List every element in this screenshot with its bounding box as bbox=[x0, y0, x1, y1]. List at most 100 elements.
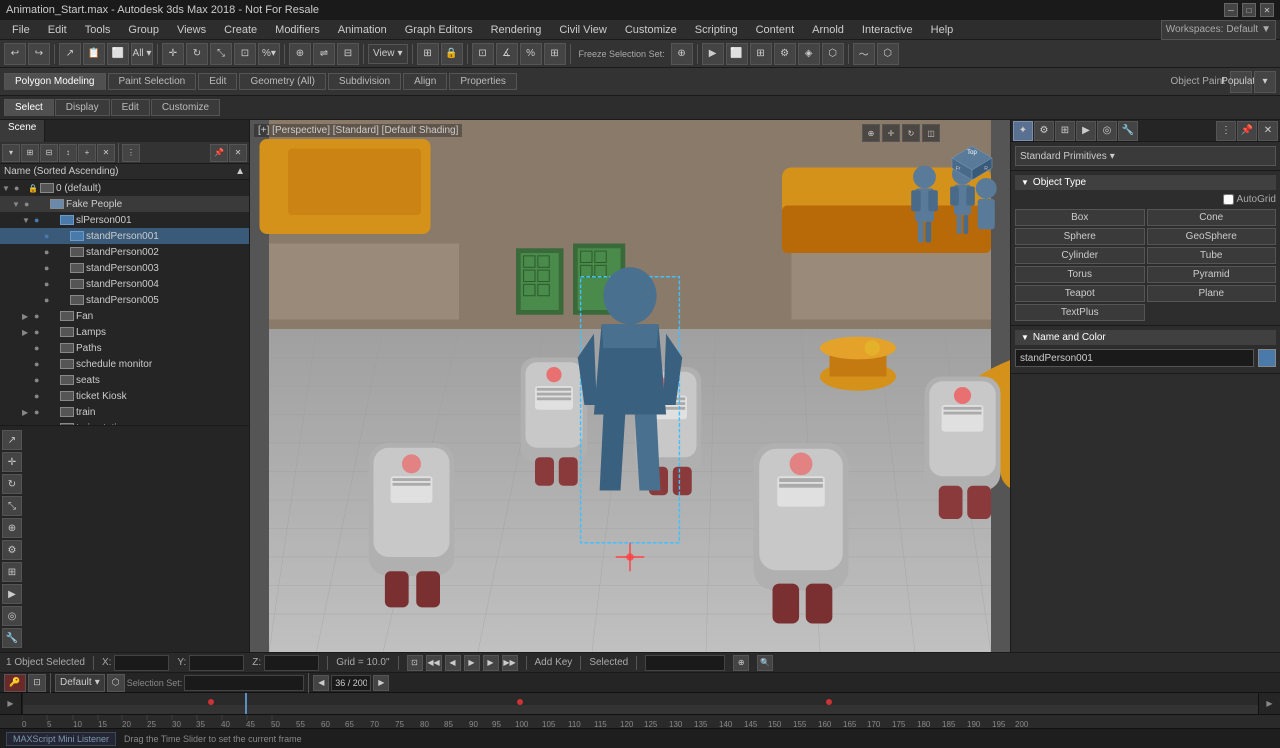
left-tool-hierarchy[interactable]: ⊞ bbox=[2, 562, 22, 582]
mode-dropdown[interactable]: Default ▾ bbox=[55, 674, 105, 692]
eye-icon[interactable]: ● bbox=[44, 247, 56, 257]
align-button[interactable]: ⊟ bbox=[337, 43, 359, 65]
menu-group[interactable]: Group bbox=[120, 23, 167, 37]
select-by-name-button[interactable]: 📋 bbox=[83, 43, 105, 65]
vp-orbit-btn[interactable]: ↻ bbox=[902, 124, 920, 142]
name-color-header[interactable]: ▼ Name and Color bbox=[1015, 330, 1276, 345]
create-tab-btn[interactable]: ✦ bbox=[1013, 121, 1033, 141]
left-tool-rotate[interactable]: ↻ bbox=[2, 474, 22, 494]
eye-icon[interactable]: ● bbox=[34, 327, 46, 337]
eye-icon[interactable]: ● bbox=[34, 343, 46, 353]
minimize-button[interactable]: ─ bbox=[1224, 3, 1238, 17]
left-tool-motion[interactable]: ▶ bbox=[2, 584, 22, 604]
eye-icon[interactable]: ● bbox=[34, 391, 46, 401]
schematic-btn[interactable]: ⬡ bbox=[877, 43, 899, 65]
angle-snap[interactable]: ∡ bbox=[496, 43, 518, 65]
pivot-button[interactable]: ⊕ bbox=[289, 43, 311, 65]
scene-add-btn[interactable]: + bbox=[78, 144, 96, 162]
obj-btn-cylinder[interactable]: Cylinder bbox=[1015, 247, 1145, 264]
percent-input[interactable]: %▾ bbox=[258, 43, 280, 65]
menu-content[interactable]: Content bbox=[748, 23, 803, 37]
material-editor-btn[interactable]: ⬡ bbox=[822, 43, 844, 65]
vp-zoom-btn[interactable]: ⊕ bbox=[862, 124, 880, 142]
maximize-button[interactable]: □ bbox=[1242, 3, 1256, 17]
list-item[interactable]: ▶ ● Fan bbox=[0, 308, 249, 324]
tab-polygon-modeling[interactable]: Polygon Modeling bbox=[4, 73, 106, 90]
scene-expand-btn[interactable]: ⊞ bbox=[21, 144, 39, 162]
play-btn[interactable]: ▶ bbox=[464, 655, 480, 671]
rp-options-btn[interactable]: ⋮ bbox=[1216, 121, 1236, 141]
close-button[interactable]: ✕ bbox=[1260, 3, 1274, 17]
list-item[interactable]: ▶ ● Lamps bbox=[0, 324, 249, 340]
scale-type-dropdown[interactable]: ⊡ bbox=[234, 43, 256, 65]
autogrid-label[interactable]: AutoGrid bbox=[1223, 194, 1276, 205]
populate-button[interactable]: Populate bbox=[1230, 71, 1252, 93]
obj-btn-tube[interactable]: Tube bbox=[1147, 247, 1277, 264]
next-frame-btn[interactable]: ▶▶ bbox=[502, 655, 518, 671]
vp-fov-btn[interactable]: ◫ bbox=[922, 124, 940, 142]
playback-controls[interactable]: ⊡ ◀◀ ◀ ▶ ▶ ▶▶ bbox=[407, 655, 518, 671]
left-tool-display[interactable]: ◎ bbox=[2, 606, 22, 626]
obj-btn-textplus[interactable]: TextPlus bbox=[1015, 304, 1145, 321]
menu-arnold[interactable]: Arnold bbox=[804, 23, 852, 37]
left-tool-move[interactable]: ✛ bbox=[2, 452, 22, 472]
navigation-cube[interactable]: Top Fr R bbox=[942, 128, 1002, 188]
select-object-button[interactable]: ↗ bbox=[59, 43, 81, 65]
eye-icon[interactable]: ● bbox=[44, 263, 56, 273]
prev-frame-btn[interactable]: ◀◀ bbox=[426, 655, 442, 671]
list-item[interactable]: ● standPerson002 bbox=[0, 244, 249, 260]
eye-icon[interactable]: ● bbox=[14, 183, 26, 193]
left-tool-select[interactable]: ↗ bbox=[2, 430, 22, 450]
list-item[interactable]: ▼ ● Fake People bbox=[0, 196, 249, 212]
snaps-toggle[interactable]: ⊡ bbox=[472, 43, 494, 65]
menu-civil-view[interactable]: Civil View bbox=[551, 23, 614, 37]
toggle-selection-btn[interactable]: 🔒 bbox=[441, 43, 463, 65]
move-button[interactable]: ✛ bbox=[162, 43, 184, 65]
viewport[interactable]: [+] [Perspective] [Standard] [Default Sh… bbox=[250, 120, 1010, 652]
z-input[interactable] bbox=[264, 655, 319, 671]
spinner-snap[interactable]: ⊞ bbox=[544, 43, 566, 65]
eye-icon[interactable]: ● bbox=[34, 215, 46, 225]
selection-set-input[interactable] bbox=[184, 675, 304, 691]
scene-close-btn[interactable]: ✕ bbox=[229, 144, 247, 162]
list-item[interactable]: ● standPerson001 bbox=[0, 228, 249, 244]
redo-button[interactable]: ↪ bbox=[28, 43, 50, 65]
extra-options-btn[interactable]: ▾ bbox=[1254, 71, 1276, 93]
next-frame-small-btn[interactable]: ▶ bbox=[373, 675, 389, 691]
obj-btn-cone[interactable]: Cone bbox=[1147, 209, 1277, 226]
tab-subdivision[interactable]: Subdivision bbox=[328, 73, 401, 90]
subtab-select[interactable]: Select bbox=[4, 99, 54, 116]
named-selection-btn[interactable]: ⊞ bbox=[417, 43, 439, 65]
menu-modifiers[interactable]: Modifiers bbox=[267, 23, 328, 37]
list-item[interactable]: ● standPerson003 bbox=[0, 260, 249, 276]
next-key-btn[interactable]: ▶ bbox=[483, 655, 499, 671]
left-tool-modify[interactable]: ⚙ bbox=[2, 540, 22, 560]
maxscript-label[interactable]: MAXScript Mini Listener bbox=[6, 732, 116, 746]
tab-geometry-all[interactable]: Geometry (All) bbox=[239, 73, 325, 90]
zoom-input-btn[interactable]: ⊕ bbox=[733, 655, 749, 671]
menu-help[interactable]: Help bbox=[923, 23, 962, 37]
menu-file[interactable]: File bbox=[4, 23, 38, 37]
scale-button[interactable]: ⤡ bbox=[210, 43, 232, 65]
display-tab-btn[interactable]: ◎ bbox=[1097, 121, 1117, 141]
obj-btn-pyramid[interactable]: Pyramid bbox=[1147, 266, 1277, 283]
left-tool-create[interactable]: ⊕ bbox=[2, 518, 22, 538]
list-item[interactable]: ● Paths bbox=[0, 340, 249, 356]
x-coord-field[interactable]: X: bbox=[102, 655, 169, 671]
timeline-expand-btn[interactable]: ▶ bbox=[0, 693, 22, 714]
select-filter-dropdown[interactable]: All ▾ bbox=[131, 43, 153, 65]
object-type-header[interactable]: ▼ Object Type bbox=[1015, 175, 1276, 190]
eye-icon[interactable]: ● bbox=[34, 407, 46, 417]
x-input[interactable] bbox=[114, 655, 169, 671]
scene-pin-btn[interactable]: 📌 bbox=[210, 144, 228, 162]
tab-paint-selection[interactable]: Paint Selection bbox=[108, 73, 197, 90]
scene-tab-main[interactable]: Scene bbox=[0, 120, 45, 142]
list-item[interactable]: ▶ ● train bbox=[0, 404, 249, 420]
subtab-customize[interactable]: Customize bbox=[151, 99, 220, 116]
prev-key-btn[interactable]: ◀ bbox=[445, 655, 461, 671]
eye-icon[interactable]: ● bbox=[34, 375, 46, 385]
utilities-tab-btn[interactable]: 🔧 bbox=[1118, 121, 1138, 141]
obj-btn-geosphere[interactable]: GeoSphere bbox=[1147, 228, 1277, 245]
view-dropdown[interactable]: View ▾ bbox=[368, 44, 408, 64]
list-item[interactable]: ● standPerson005 bbox=[0, 292, 249, 308]
